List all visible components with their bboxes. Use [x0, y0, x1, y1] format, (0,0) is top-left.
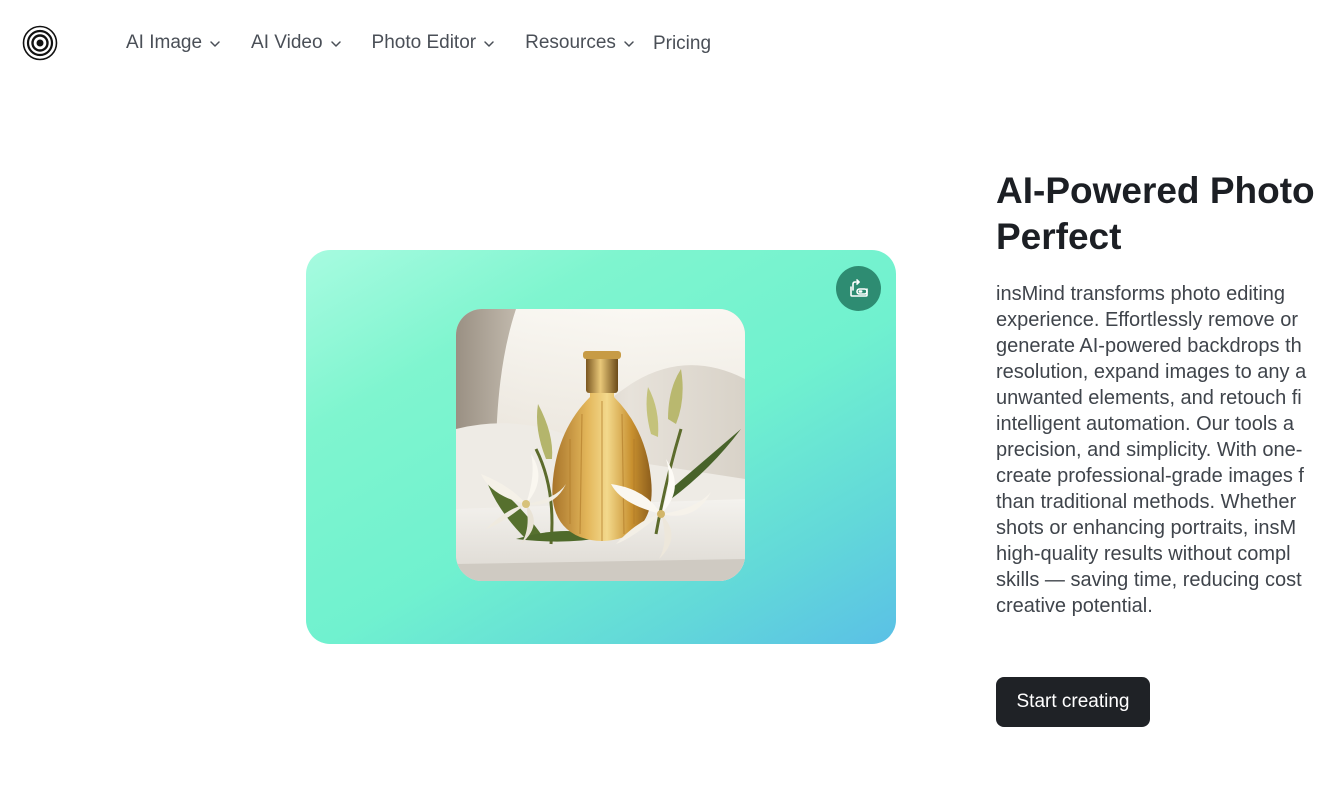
- nav-item-pricing[interactable]: Pricing: [653, 33, 711, 55]
- hero-image-card: [306, 250, 896, 644]
- concentric-circles-logo-icon[interactable]: [22, 25, 58, 61]
- perfume-bottle-with-lilies-image: [456, 309, 745, 581]
- main-nav: AI Image AI Video Photo Editor Resources: [126, 30, 711, 56]
- description-line: insMind transforms photo editing: [996, 283, 1286, 305]
- nav-item-photo-editor[interactable]: Photo Editor: [372, 32, 496, 54]
- description-line: creative potential.: [996, 595, 1153, 617]
- description-line: experience. Effortlessly remove or: [996, 309, 1298, 331]
- description-line: resolution, expand images to any a: [996, 361, 1307, 383]
- nav-item-label: Resources: [525, 32, 616, 53]
- description-line: create professional-grade images f: [996, 465, 1304, 487]
- nav-item-ai-video[interactable]: AI Video: [251, 32, 341, 54]
- description-line: skills — saving time, reducing cost: [996, 569, 1302, 591]
- headline-line-1: AI-Powered Photo: [996, 170, 1315, 211]
- description-line: shots or enhancing portraits, insM: [996, 517, 1297, 539]
- description-line: unwanted elements, and retouch fi: [996, 387, 1302, 409]
- description-line: intelligent automation. Our tools a: [996, 413, 1294, 435]
- headline-line-2: Perfect: [996, 216, 1122, 257]
- eraser-swap-button[interactable]: [836, 266, 881, 311]
- nav-item-label: Pricing: [652, 32, 712, 54]
- description-line: generate AI-powered backdrops th: [996, 335, 1302, 357]
- eraser-swap-icon: [849, 278, 868, 297]
- nav-item-resources[interactable]: Resources: [525, 32, 635, 54]
- nav-item-label: AI Video: [251, 32, 323, 53]
- chevron-down-icon: [330, 41, 341, 47]
- start-creating-button[interactable]: Start creating: [996, 677, 1150, 727]
- top-navigation-bar: AI Image AI Video Photo Editor Resources: [0, 0, 1325, 86]
- page: AI Image AI Video Photo Editor Resources: [0, 0, 1325, 792]
- chevron-down-icon: [624, 41, 634, 47]
- nav-item-label: Photo Editor: [371, 32, 477, 53]
- hero-description: insMind transforms photo editing experie…: [996, 281, 1325, 619]
- description-line: than traditional methods. Whether: [996, 491, 1297, 513]
- chevron-down-icon: [484, 41, 494, 47]
- chevron-down-icon: [210, 41, 220, 47]
- nav-item-ai-image[interactable]: AI Image: [126, 32, 221, 54]
- hero-headline: AI-Powered Photo Perfect: [996, 168, 1325, 260]
- nav-item-label: AI Image: [126, 32, 203, 53]
- description-line: high-quality results without compl: [996, 543, 1291, 565]
- description-line: precision, and simplicity. With one-: [996, 439, 1303, 461]
